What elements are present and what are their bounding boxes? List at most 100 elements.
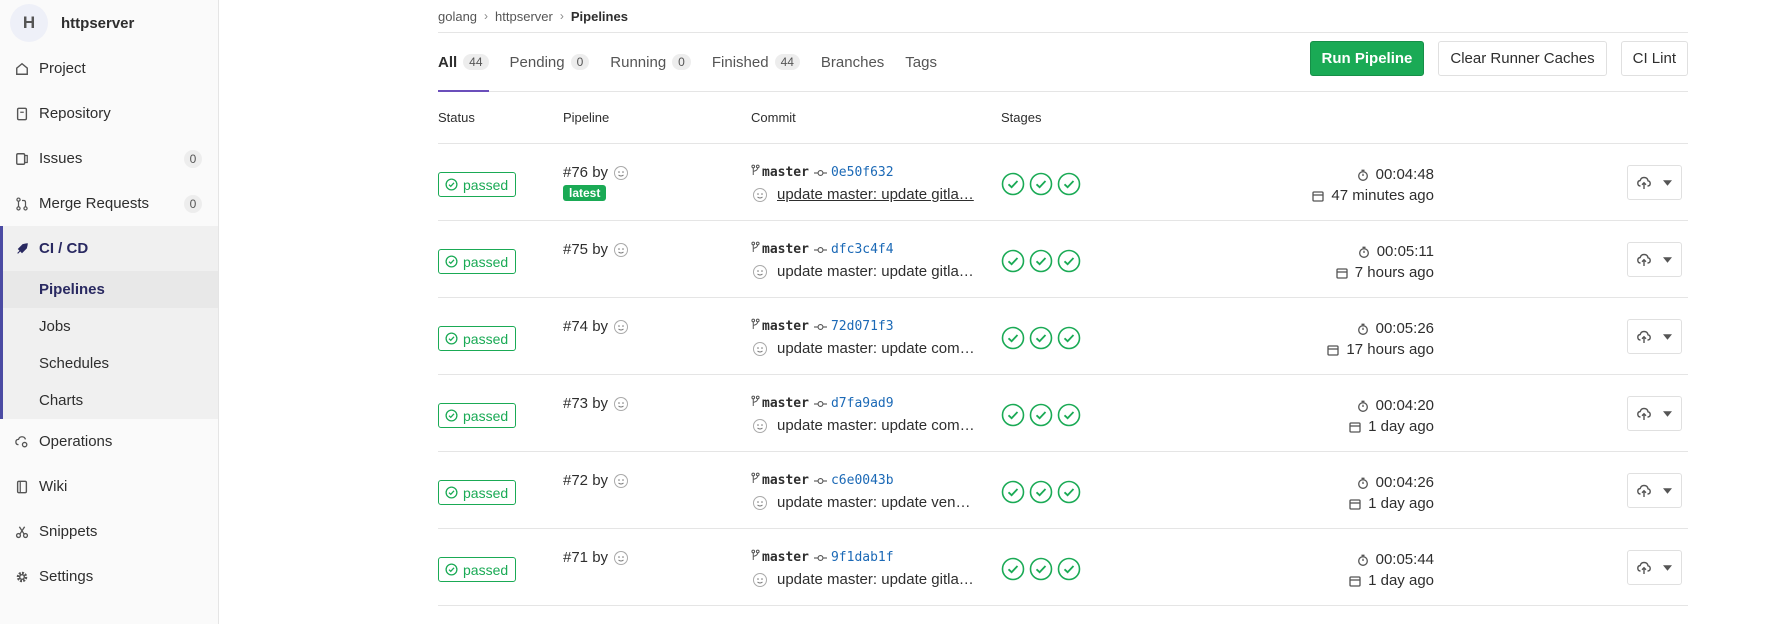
branch-name[interactable]: master — [762, 396, 809, 411]
tab-running[interactable]: Running 0 — [610, 33, 691, 91]
tab-branches[interactable]: Branches — [821, 33, 884, 91]
tab-count: 44 — [774, 54, 800, 70]
user-avatar-icon[interactable] — [613, 473, 629, 489]
stage-passed-icon[interactable] — [1029, 403, 1053, 427]
stage-passed-icon[interactable] — [1029, 557, 1053, 581]
tab-tags[interactable]: Tags — [905, 33, 937, 91]
user-avatar-icon[interactable] — [752, 418, 768, 434]
stage-passed-icon[interactable] — [1001, 480, 1025, 504]
commit-message[interactable]: update master: update gitla… — [777, 263, 977, 280]
user-avatar-icon[interactable] — [613, 550, 629, 566]
user-avatar-icon[interactable] — [613, 165, 629, 181]
sidebar-item-merge-requests[interactable]: Merge Requests 0 — [0, 181, 218, 226]
tab-pending[interactable]: Pending 0 — [510, 33, 590, 91]
deploy-dropdown-button[interactable] — [1627, 242, 1682, 277]
branch-icon — [751, 395, 760, 412]
sidebar-subitem-schedules[interactable]: Schedules — [3, 345, 218, 382]
commit-sha[interactable]: 0e50f632 — [831, 165, 894, 180]
project-header[interactable]: H httpserver — [0, 0, 218, 46]
pipeline-id-link[interactable]: #72 — [563, 472, 588, 489]
pipeline-id-link[interactable]: #75 — [563, 241, 588, 258]
commit-sha[interactable]: d7fa9ad9 — [831, 396, 894, 411]
stage-passed-icon[interactable] — [1057, 249, 1081, 273]
commit-message[interactable]: update master: update vendor — [777, 494, 977, 511]
sidebar-item-repository[interactable]: Repository — [0, 91, 218, 136]
status-badge[interactable]: passed — [438, 480, 517, 505]
sidebar-subitem-jobs[interactable]: Jobs — [3, 308, 218, 345]
branch-name[interactable]: master — [762, 473, 809, 488]
deploy-dropdown-button[interactable] — [1627, 473, 1682, 508]
merge-icon — [15, 196, 29, 211]
sidebar-item-project[interactable]: Project — [0, 46, 218, 91]
pipeline-id-link[interactable]: #74 — [563, 318, 588, 335]
breadcrumb-httpserver[interactable]: httpserver — [495, 9, 553, 24]
commit-message[interactable]: update master: update com… — [777, 417, 977, 434]
branch-name[interactable]: master — [762, 165, 809, 180]
breadcrumb-golang[interactable]: golang — [438, 9, 477, 24]
pipeline-id-link[interactable]: #71 — [563, 549, 588, 566]
tab-finished[interactable]: Finished 44 — [712, 33, 800, 91]
sidebar-item-operations[interactable]: Operations — [0, 419, 218, 464]
sidebar-subitem-charts[interactable]: Charts — [3, 382, 218, 419]
deploy-dropdown-button[interactable] — [1627, 550, 1682, 585]
stage-passed-icon[interactable] — [1001, 326, 1025, 350]
commit-sha[interactable]: 9f1dab1f — [831, 550, 894, 565]
branch-name[interactable]: master — [762, 242, 809, 257]
user-avatar-icon[interactable] — [752, 572, 768, 588]
commit-message[interactable]: update master: update gitla… — [777, 186, 977, 203]
stage-passed-icon[interactable] — [1029, 480, 1053, 504]
stage-passed-icon[interactable] — [1029, 326, 1053, 350]
sidebar-item-settings[interactable]: Settings — [0, 554, 218, 599]
commit-message[interactable]: update master: update com… — [777, 340, 977, 357]
user-avatar-icon[interactable] — [752, 264, 768, 280]
commit-sha[interactable]: dfc3c4f4 — [831, 242, 894, 257]
commit-message[interactable]: update master: update gitla… — [777, 571, 977, 588]
user-avatar-icon[interactable] — [613, 396, 629, 412]
user-avatar-icon[interactable] — [613, 319, 629, 335]
run-pipeline-button[interactable]: Run Pipeline — [1309, 41, 1425, 76]
stage-passed-icon[interactable] — [1057, 480, 1081, 504]
status-badge[interactable]: passed — [438, 557, 517, 582]
status-badge[interactable]: passed — [438, 249, 517, 274]
commit-sha[interactable]: c6e0043b — [831, 473, 894, 488]
ci-lint-button[interactable]: CI Lint — [1620, 41, 1688, 76]
user-avatar-icon[interactable] — [752, 341, 768, 357]
branch-name[interactable]: master — [762, 319, 809, 334]
stage-passed-icon[interactable] — [1057, 326, 1081, 350]
status-badge[interactable]: passed — [438, 326, 517, 351]
stage-passed-icon[interactable] — [1001, 557, 1025, 581]
sidebar-subitem-pipelines[interactable]: Pipelines — [3, 271, 218, 308]
table-header: Status Pipeline Commit Stages — [438, 92, 1688, 144]
stage-passed-icon[interactable] — [1001, 403, 1025, 427]
stage-passed-icon[interactable] — [1029, 172, 1053, 196]
branch-name[interactable]: master — [762, 550, 809, 565]
deploy-dropdown-button[interactable] — [1627, 319, 1682, 354]
status-badge[interactable]: passed — [438, 172, 517, 197]
stage-passed-icon[interactable] — [1001, 172, 1025, 196]
breadcrumb-pipelines[interactable]: Pipelines — [571, 9, 628, 24]
sidebar-item-label: CI / CD — [39, 240, 89, 257]
stage-passed-icon[interactable] — [1057, 172, 1081, 196]
sidebar-item-snippets[interactable]: Snippets — [0, 509, 218, 554]
user-avatar-icon[interactable] — [752, 495, 768, 511]
table-row: passed #71 by master 9f1dab1f update mas… — [438, 529, 1688, 606]
deploy-dropdown-button[interactable] — [1627, 396, 1682, 431]
pipeline-stages — [1001, 557, 1085, 581]
clear-runner-caches-button[interactable]: Clear Runner Caches — [1438, 41, 1607, 76]
user-avatar-icon[interactable] — [752, 187, 768, 203]
commit-sha[interactable]: 72d071f3 — [831, 319, 894, 334]
sidebar-item-cicd[interactable]: CI / CD — [3, 226, 218, 271]
user-avatar-icon[interactable] — [613, 242, 629, 258]
stage-passed-icon[interactable] — [1029, 249, 1053, 273]
deploy-dropdown-button[interactable] — [1627, 165, 1682, 200]
pipeline-finished-time: 17 hours ago — [1346, 341, 1434, 358]
sidebar-item-wiki[interactable]: Wiki — [0, 464, 218, 509]
stage-passed-icon[interactable] — [1057, 557, 1081, 581]
stage-passed-icon[interactable] — [1001, 249, 1025, 273]
pipeline-id-link[interactable]: #73 — [563, 395, 588, 412]
status-badge[interactable]: passed — [438, 403, 517, 428]
pipeline-id-link[interactable]: #76 — [563, 164, 588, 181]
sidebar-item-issues[interactable]: Issues 0 — [0, 136, 218, 181]
stage-passed-icon[interactable] — [1057, 403, 1081, 427]
tab-all[interactable]: All 44 — [438, 33, 489, 92]
